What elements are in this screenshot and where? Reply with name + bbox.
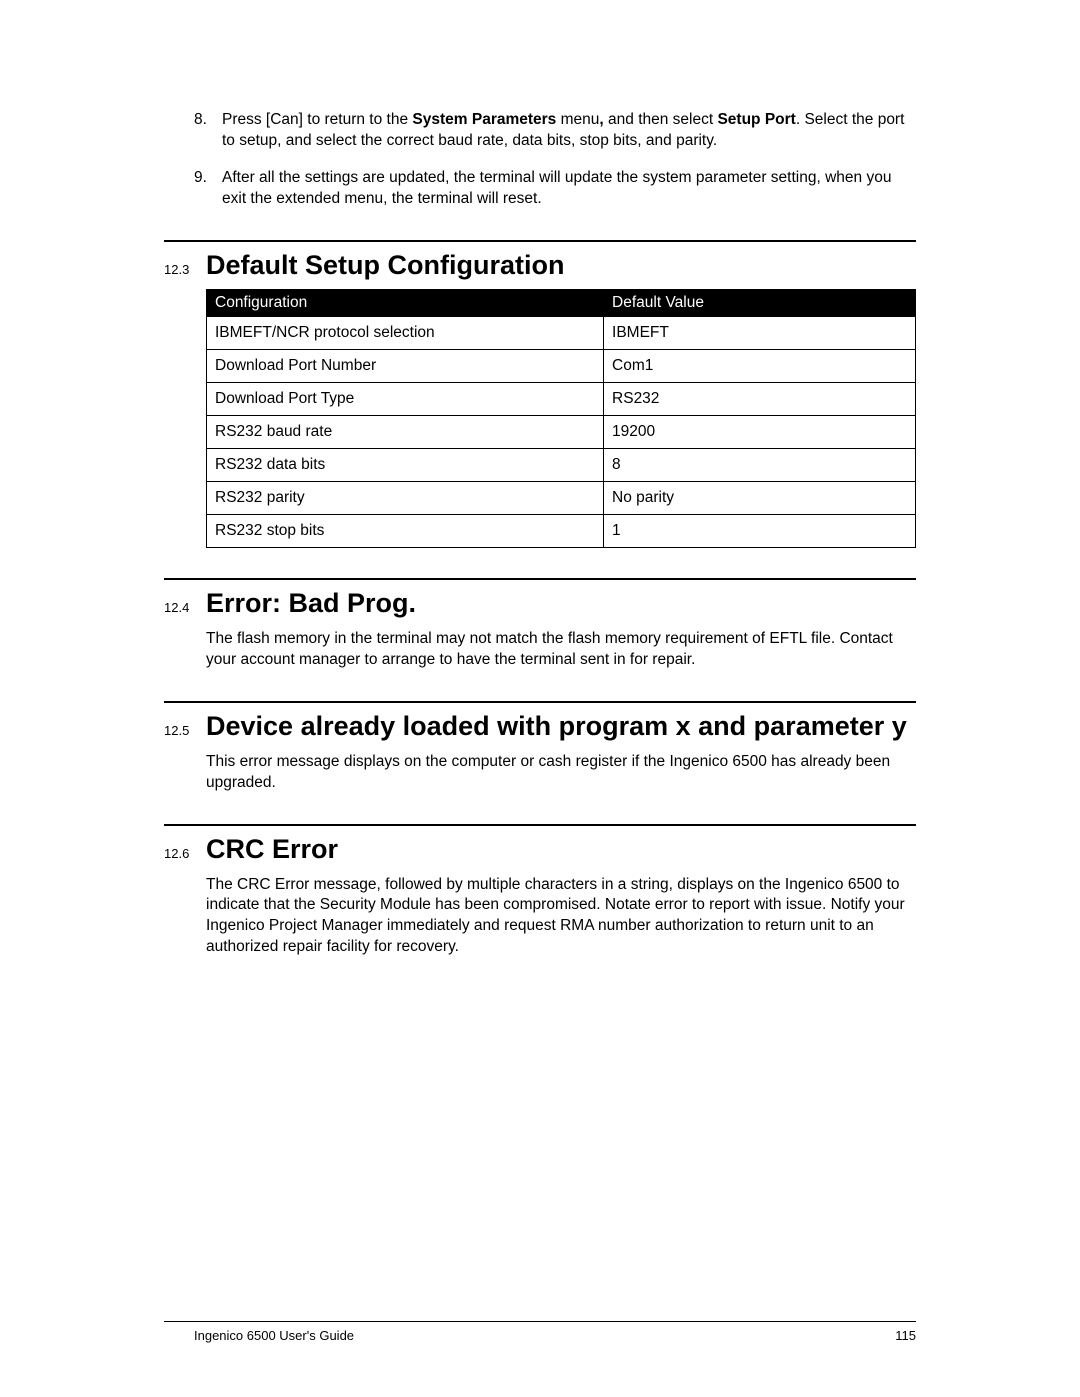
section-rule — [164, 240, 916, 242]
section-body: This error message displays on the compu… — [206, 752, 916, 794]
footer-title: Ingenico 6500 User's Guide — [194, 1328, 354, 1343]
list-text: After all the settings are updated, the … — [222, 168, 916, 210]
section-rule — [164, 824, 916, 826]
page-footer: Ingenico 6500 User's Guide 115 — [164, 1321, 916, 1343]
section-title: Device already loaded with program x and… — [206, 711, 916, 742]
list-item: 8. Press [Can] to return to the System P… — [194, 110, 916, 152]
section-title: Error: Bad Prog. — [206, 588, 916, 619]
table-row: IBMEFT/NCR protocol selectionIBMEFT — [207, 316, 916, 349]
section-number: 12.4 — [164, 598, 206, 615]
list-number: 9. — [194, 168, 222, 210]
table-row: Download Port TypeRS232 — [207, 382, 916, 415]
section-number: 12.5 — [164, 721, 206, 738]
table-header-config: Configuration — [207, 289, 604, 316]
table-row: RS232 stop bits1 — [207, 514, 916, 547]
table-row: Download Port NumberCom1 — [207, 349, 916, 382]
list-text: Press [Can] to return to the System Para… — [222, 110, 916, 152]
section-body: The flash memory in the terminal may not… — [206, 629, 916, 671]
section-header: 12.6 CRC Error — [164, 834, 916, 865]
section-number: 12.6 — [164, 844, 206, 861]
table-header-row: Configuration Default Value — [207, 289, 916, 316]
list-number: 8. — [194, 110, 222, 152]
list-item: 9. After all the settings are updated, t… — [194, 168, 916, 210]
section-title: Default Setup Configuration — [206, 250, 916, 281]
section-number: 12.3 — [164, 260, 206, 277]
table-header-default: Default Value — [604, 289, 916, 316]
section-header: 12.5 Device already loaded with program … — [164, 711, 916, 742]
section-rule — [164, 701, 916, 703]
table-row: RS232 baud rate19200 — [207, 415, 916, 448]
section-header: 12.4 Error: Bad Prog. — [164, 588, 916, 619]
page-content: 8. Press [Can] to return to the System P… — [164, 110, 916, 958]
section-rule — [164, 578, 916, 580]
section-body: The CRC Error message, followed by multi… — [206, 875, 916, 959]
section-title: CRC Error — [206, 834, 916, 865]
config-table: Configuration Default Value IBMEFT/NCR p… — [206, 289, 916, 548]
table-row: RS232 parityNo parity — [207, 481, 916, 514]
section-header: 12.3 Default Setup Configuration — [164, 250, 916, 281]
table-row: RS232 data bits8 — [207, 448, 916, 481]
page-number: 115 — [895, 1328, 916, 1343]
